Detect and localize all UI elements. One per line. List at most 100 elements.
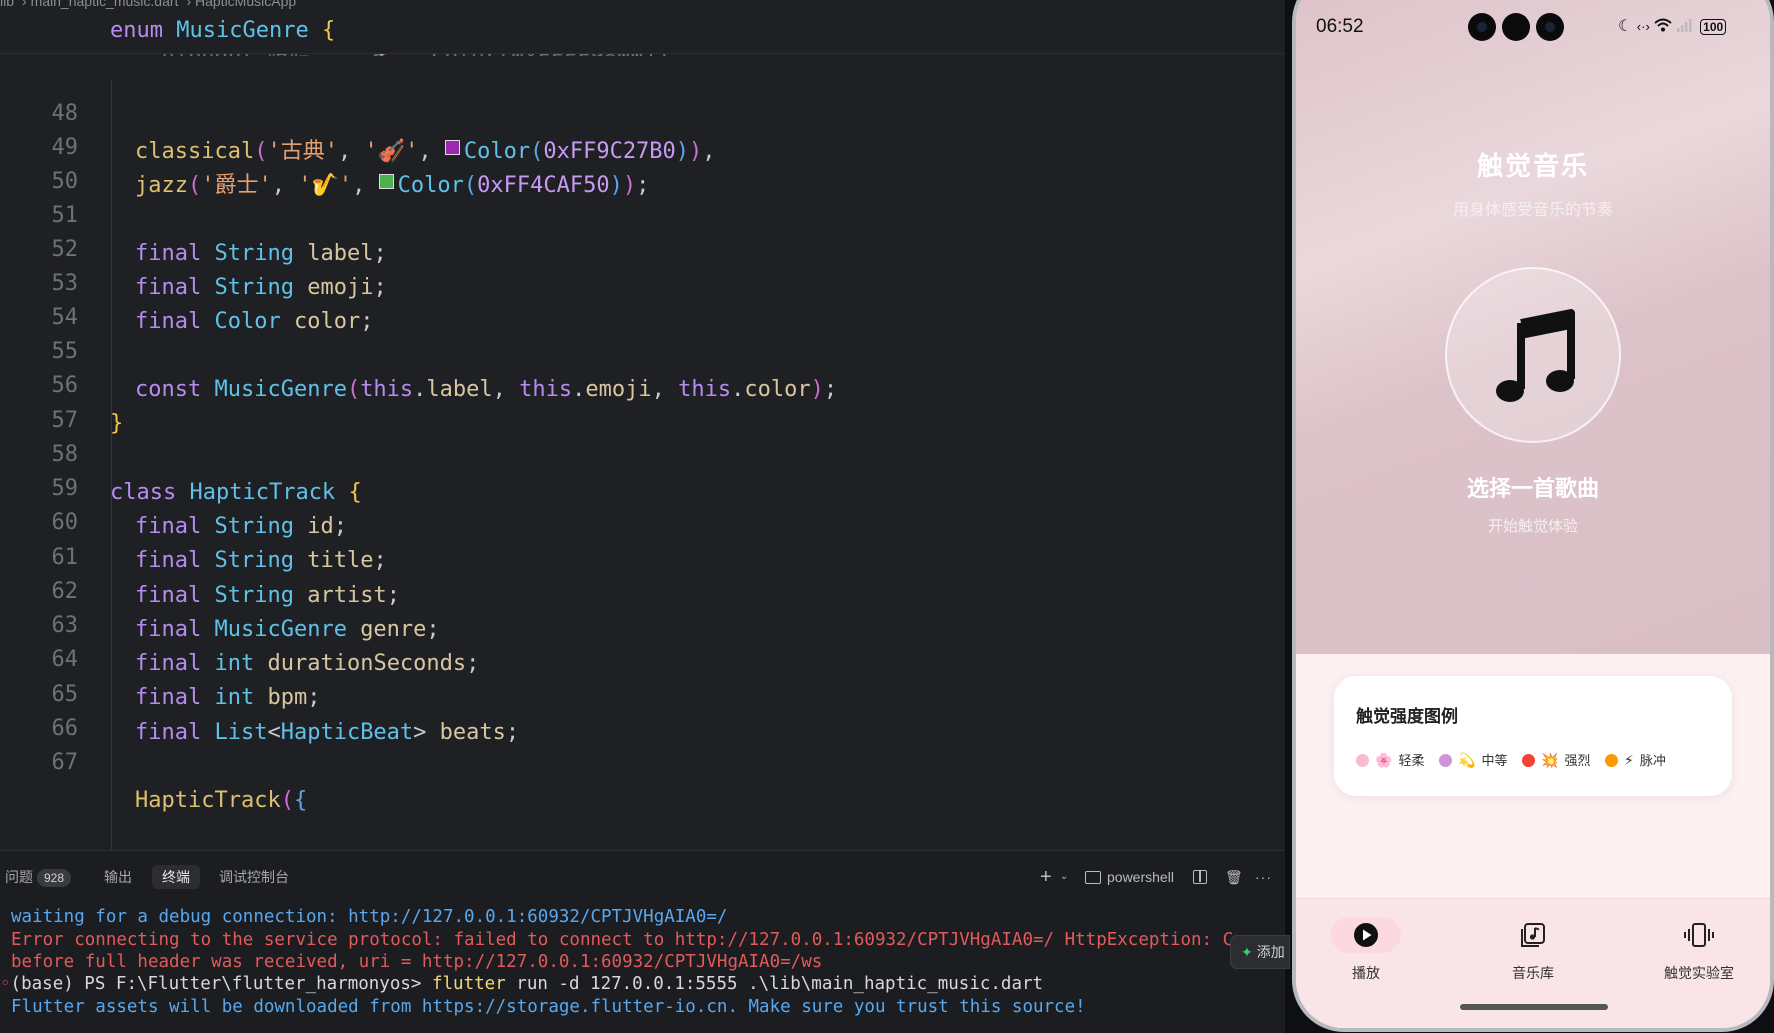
code-line[interactable]: 49 jazz('爵士', '🎷', Color(0xFF4CAF50)); <box>0 91 1285 198</box>
library-icon <box>1498 917 1568 953</box>
blossom-icon: 🌸 <box>1375 753 1393 769</box>
code-line[interactable]: 65 final List<HapticBeat> beats; <box>0 638 1285 745</box>
breadcrumb-item[interactable]: main_haptic_music.dart <box>31 0 179 9</box>
legend-dot <box>1439 754 1452 767</box>
legend-title: 触觉强度图例 <box>1356 707 1458 727</box>
code-line[interactable]: 59 final String id; <box>0 432 1285 539</box>
nav-item-haptic-lab[interactable]: 触觉实验室 <box>1644 917 1754 983</box>
more-icon[interactable]: ··· <box>1255 865 1272 889</box>
code-line[interactable]: 61 final String artist; <box>0 501 1285 608</box>
prompt-title: 选择一首歌曲 <box>1466 477 1599 502</box>
camera-cutout <box>1502 13 1530 41</box>
bottom-panel: 问题 928 输出 终端 调试控制台 + ⌄ powershell 🗑 ··· w… <box>0 850 1296 1033</box>
code-editor[interactable]: lib › main_haptic_music.dart › HapticMusic… <box>0 0 1285 850</box>
nav-label: 播放 <box>1352 966 1380 982</box>
code-line[interactable]: 60 final String title; <box>0 466 1285 573</box>
explosion-icon: 💥 <box>1541 753 1559 769</box>
legend-label: 中等 <box>1481 754 1508 769</box>
problems-count-badge: 928 <box>37 869 72 887</box>
legend-item-pulse: ⚡ 脉冲 <box>1605 751 1666 771</box>
constructor-name: HapticTrack <box>135 788 281 813</box>
legend-item-medium: 💫 中等 <box>1439 751 1507 771</box>
breadcrumb-item[interactable]: HapticMusicApp <box>195 0 296 9</box>
terminal-line: ◦(base) PS F:\Flutter\flutter_harmonyos>… <box>0 974 1044 994</box>
legend-dot <box>1605 754 1618 767</box>
sticky-header-code: enum MusicGenre { <box>110 18 336 43</box>
tab-problems[interactable]: 问题 928 <box>5 865 72 889</box>
signal-icon <box>1676 18 1697 35</box>
status-bar: 06:52 ☾ ‹·› 100 <box>1296 4 1770 41</box>
breadcrumb-item[interactable]: lib <box>0 0 14 9</box>
trash-icon[interactable]: 🗑 <box>1225 865 1243 889</box>
terminal-args: run -d 127.0.0.1:5555 .\lib\main_haptic_… <box>505 974 1044 994</box>
terminal-prompt: (base) PS F:\Flutter\flutter_harmonyos> <box>10 974 432 994</box>
nav-label: 音乐库 <box>1512 966 1554 982</box>
terminal-line: Flutter assets will be downloaded from h… <box>11 997 1086 1017</box>
moon-icon: ☾ <box>1618 18 1633 35</box>
home-indicator[interactable] <box>1460 1004 1608 1010</box>
play-icon <box>1331 917 1401 953</box>
code-line[interactable]: 63 final int durationSeconds; <box>0 569 1285 676</box>
code-line[interactable]: 56 } <box>0 329 1285 436</box>
code-line[interactable]: 48 classical('古典', '🎻', Color(0xFF9C27B0… <box>0 57 1285 164</box>
prompt-subtitle: 开始触觉体验 <box>1487 517 1578 535</box>
dizzy-icon: 💫 <box>1458 753 1476 769</box>
nav-label: 触觉实验室 <box>1664 966 1734 982</box>
legend-dot <box>1522 754 1535 767</box>
sticky-scroll-header[interactable]: enum MusicGenre { <box>0 14 1285 54</box>
terminal-profile[interactable]: powershell <box>1085 865 1174 889</box>
legend-item-strong: 💥 强烈 <box>1522 751 1590 771</box>
status-time: 06:52 <box>1316 16 1364 37</box>
vibration-icon <box>1664 917 1734 953</box>
terminal-icon <box>1085 871 1101 884</box>
code-line[interactable]: 51 final String label; <box>0 159 1285 266</box>
app-title: 触觉音乐 <box>1476 152 1589 182</box>
line-number: 67 <box>51 750 79 775</box>
code-line[interactable]: 53 final Color color; <box>0 227 1285 334</box>
sparkle-icon: ✦ <box>1241 944 1253 960</box>
nav-item-play[interactable]: 播放 <box>1311 917 1421 983</box>
tab-label: 问题 <box>5 869 33 885</box>
code-line[interactable]: 62 final MusicGenre genre; <box>0 535 1285 642</box>
legend-label: 强烈 <box>1564 754 1591 769</box>
code-line[interactable]: 64 final int bpm; <box>0 603 1285 710</box>
battery-icon: 100 <box>1700 19 1727 35</box>
wifi-icon <box>1654 18 1676 35</box>
phone-device: 06:52 ☾ ‹·› 100 触觉音乐 用身体感受音乐的节奏 选择一首歌曲 开… <box>1292 0 1774 1032</box>
code-line[interactable]: 66 <box>0 672 1285 741</box>
code-line[interactable]: 58 class HapticTrack { <box>0 398 1285 505</box>
new-terminal-button[interactable]: + <box>1040 865 1052 889</box>
terminal-line: waiting for a debug connection: http://1… <box>11 907 728 927</box>
nav-item-library[interactable]: 音乐库 <box>1478 917 1588 983</box>
music-note-icon <box>1496 309 1575 402</box>
code-line[interactable]: 50 <box>0 125 1285 194</box>
lightning-icon: ⚡ <box>1624 753 1634 769</box>
song-select-disc[interactable] <box>1445 267 1621 443</box>
chevron-down-icon[interactable]: ⌄ <box>1060 865 1068 889</box>
code-line[interactable]: 55 const MusicGenre(this.label, this.emo… <box>0 295 1285 402</box>
terminal-command: flutter <box>431 974 506 994</box>
code-line[interactable]: 67 HapticTrack({ <box>0 706 1285 813</box>
status-icons: ☾ ‹·› 100 <box>1618 16 1727 36</box>
terminal-shell-name: powershell <box>1107 869 1174 885</box>
code-line[interactable]: 54 <box>0 261 1285 330</box>
code-line[interactable]: 52 final String emoji; <box>0 193 1285 300</box>
tab-output[interactable]: 输出 <box>104 865 132 889</box>
split-terminal-icon[interactable] <box>1193 865 1207 889</box>
tab-debug-console[interactable]: 调试控制台 <box>219 865 289 889</box>
hero-section: 06:52 ☾ ‹·› 100 触觉音乐 用身体感受音乐的节奏 选择一首歌曲 开… <box>1296 0 1770 654</box>
breadcrumb: lib › main_haptic_music.dart › HapticMusic… <box>0 0 304 9</box>
camera-cutout <box>1536 13 1564 41</box>
add-to-chat-label: 添加 <box>1256 944 1285 960</box>
legend-label: 轻柔 <box>1398 754 1425 769</box>
app-subtitle: 用身体感受音乐的节奏 <box>1452 200 1613 219</box>
data-transfer-icon: ‹·› <box>1636 19 1650 34</box>
code-line[interactable]: 57 <box>0 364 1285 433</box>
legend-item-soft: 🌸 轻柔 <box>1356 751 1424 771</box>
tab-terminal[interactable]: 终端 <box>152 865 200 889</box>
panel-tabs: 问题 928 输出 终端 调试控制台 + ⌄ powershell 🗑 ··· <box>0 857 1285 897</box>
terminal-line: before full header was received, uri = h… <box>11 952 823 972</box>
phone-screen: 06:52 ☾ ‹·› 100 触觉音乐 用身体感受音乐的节奏 选择一首歌曲 开… <box>1296 0 1770 1028</box>
add-to-chat-button[interactable]: ✦ 添加 <box>1230 935 1290 969</box>
haptic-legend-card: 触觉强度图例 🌸 轻柔 💫 中等 💥 强烈 ⚡ 脉冲 <box>1334 676 1732 796</box>
